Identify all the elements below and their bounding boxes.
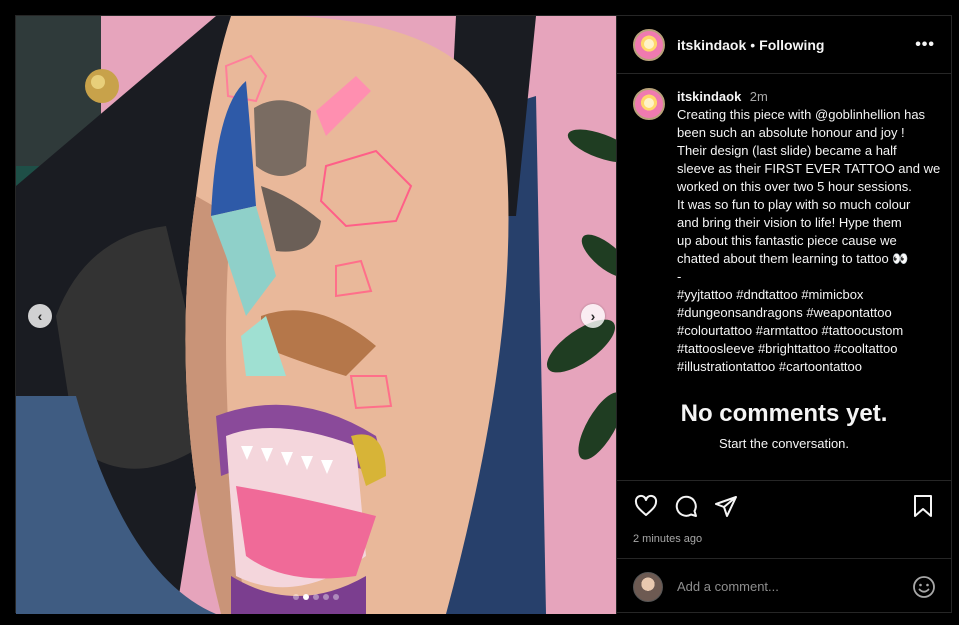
hashtag-line[interactable]: #illustrationtattoo #cartoontattoo <box>677 358 940 376</box>
caption-username[interactable]: itskindaok <box>677 89 741 104</box>
avatar[interactable] <box>633 28 665 61</box>
heart-icon[interactable] <box>633 493 659 519</box>
caption-line: worked on this over two 5 hour sessions. <box>677 179 912 194</box>
tattoo-photo <box>16 16 616 614</box>
send-icon[interactable] <box>713 493 739 519</box>
caption-line: and bring their vision to life! Hype the… <box>677 215 902 230</box>
header-username[interactable]: itskindaok <box>677 37 746 53</box>
caption-line: been such an absolute honour and joy ! <box>677 125 905 140</box>
empty-comments-subtitle: Start the conversation. <box>718 436 850 451</box>
caption-line: - <box>677 269 682 284</box>
carousel-dot <box>293 594 299 600</box>
post-timestamp[interactable]: 2 minutes ago <box>633 533 936 545</box>
carousel-dot <box>323 594 329 600</box>
avatar <box>633 571 663 602</box>
post-modal: ‹ › itskindaok • Following ••• itskindao… <box>15 15 952 614</box>
empty-comments-title: No comments yet. <box>680 400 888 427</box>
more-horizontal-icon[interactable]: ••• <box>915 36 935 54</box>
carousel-dot-active <box>303 594 309 600</box>
chevron-left-icon[interactable]: ‹ <box>28 304 52 328</box>
caption-line: chatted about them learning to tattoo 👀 <box>677 251 909 266</box>
hashtag-line[interactable]: #tattoosleeve #brighttattoo #cooltattoo <box>677 340 940 358</box>
post-media[interactable]: ‹ › <box>16 16 616 614</box>
hashtag-line[interactable]: #colourtattoo #armtattoo #tattoocustom <box>677 322 940 340</box>
carousel-dots <box>16 594 616 600</box>
caption-line: Creating this piece with @goblinhellion … <box>677 107 926 122</box>
post-actions: 2 minutes ago <box>617 480 952 545</box>
chevron-right-icon[interactable]: › <box>581 304 605 328</box>
caption-line: It was so fun to play with so much colou… <box>677 197 911 212</box>
hashtag-line[interactable]: #yyjtattoo #dndtattoo #mimicbox <box>677 286 940 304</box>
header-separator: • <box>750 36 756 53</box>
avatar[interactable] <box>633 88 665 120</box>
caption-line: sleeve as their FIRST EVER TATTOO and we <box>677 161 941 176</box>
comment-bar <box>617 558 952 614</box>
carousel-dot <box>313 594 319 600</box>
following-button[interactable]: Following <box>759 37 824 53</box>
post-caption: itskindaok 2m Creating this piece with @… <box>617 74 951 376</box>
emoji-icon[interactable] <box>912 575 936 599</box>
post-side-panel: itskindaok • Following ••• itskindaok 2m… <box>616 16 952 614</box>
empty-comments: No comments yet. Start the conversation. <box>617 400 951 451</box>
hashtag-line[interactable]: #dungeonsandragons #weapontattoo <box>677 304 940 322</box>
caption-text: Creating this piece with @goblinhellion … <box>677 106 940 376</box>
caption-line: Their design (last slide) became a half <box>677 143 897 158</box>
comment-input[interactable] <box>677 579 887 594</box>
caption-line: up about this fantastic piece cause we <box>677 233 897 248</box>
caption-time[interactable]: 2m <box>750 89 768 104</box>
post-header: itskindaok • Following ••• <box>617 16 951 74</box>
carousel-dot <box>333 594 339 600</box>
bookmark-icon[interactable] <box>910 493 936 519</box>
comment-icon[interactable] <box>673 493 699 519</box>
